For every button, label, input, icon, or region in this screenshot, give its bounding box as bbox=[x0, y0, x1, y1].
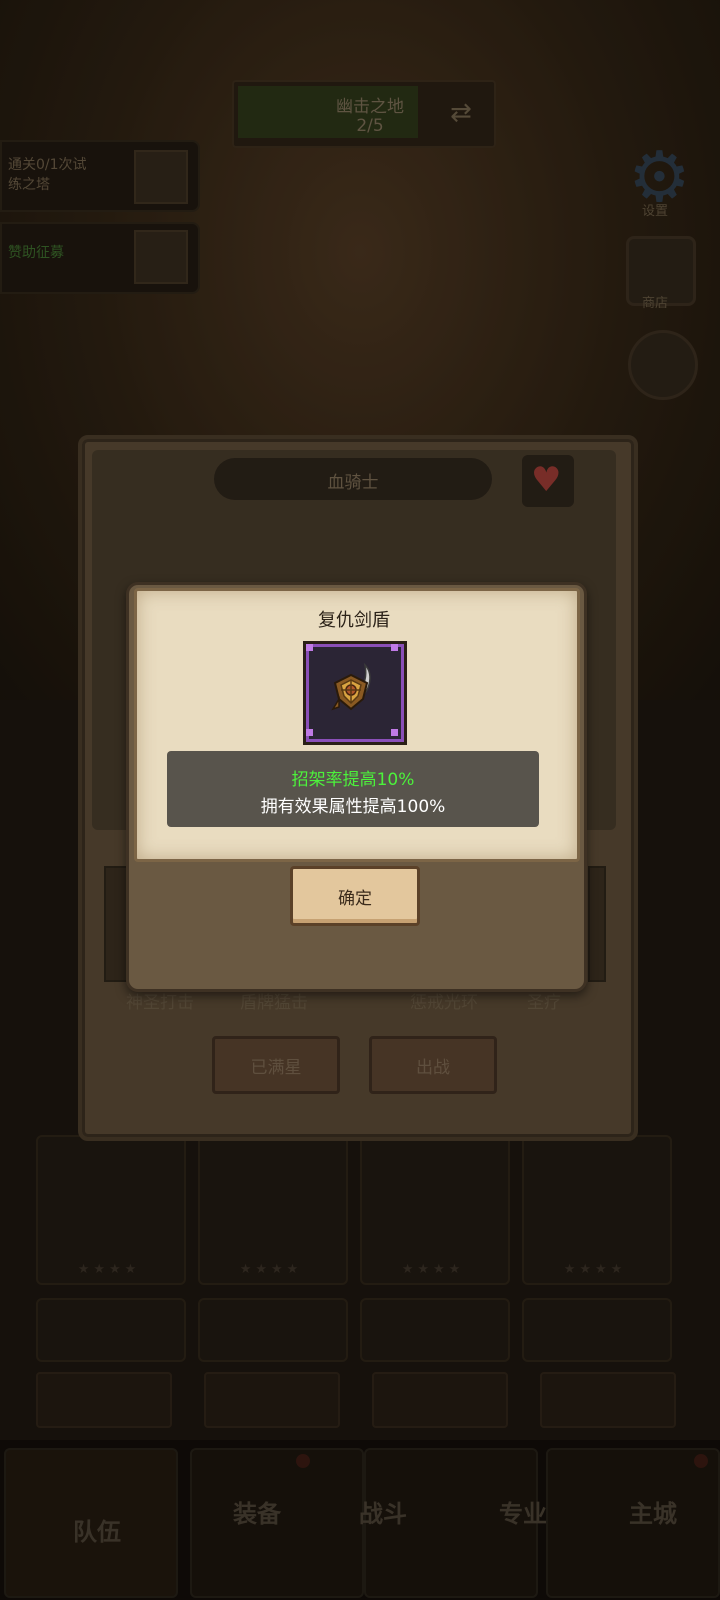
frame-corner bbox=[391, 644, 398, 651]
effect-main: 招架率提高10% bbox=[291, 770, 415, 790]
effect-owned: 拥有效果属性提高100% bbox=[260, 797, 446, 817]
frame-corner bbox=[391, 729, 398, 736]
item-name: 复仇剑盾 bbox=[318, 610, 390, 631]
confirm-label: 确定 bbox=[338, 889, 372, 909]
frame-corner bbox=[306, 729, 313, 736]
frame-corner bbox=[306, 644, 313, 651]
sword-shield-icon bbox=[321, 659, 383, 725]
